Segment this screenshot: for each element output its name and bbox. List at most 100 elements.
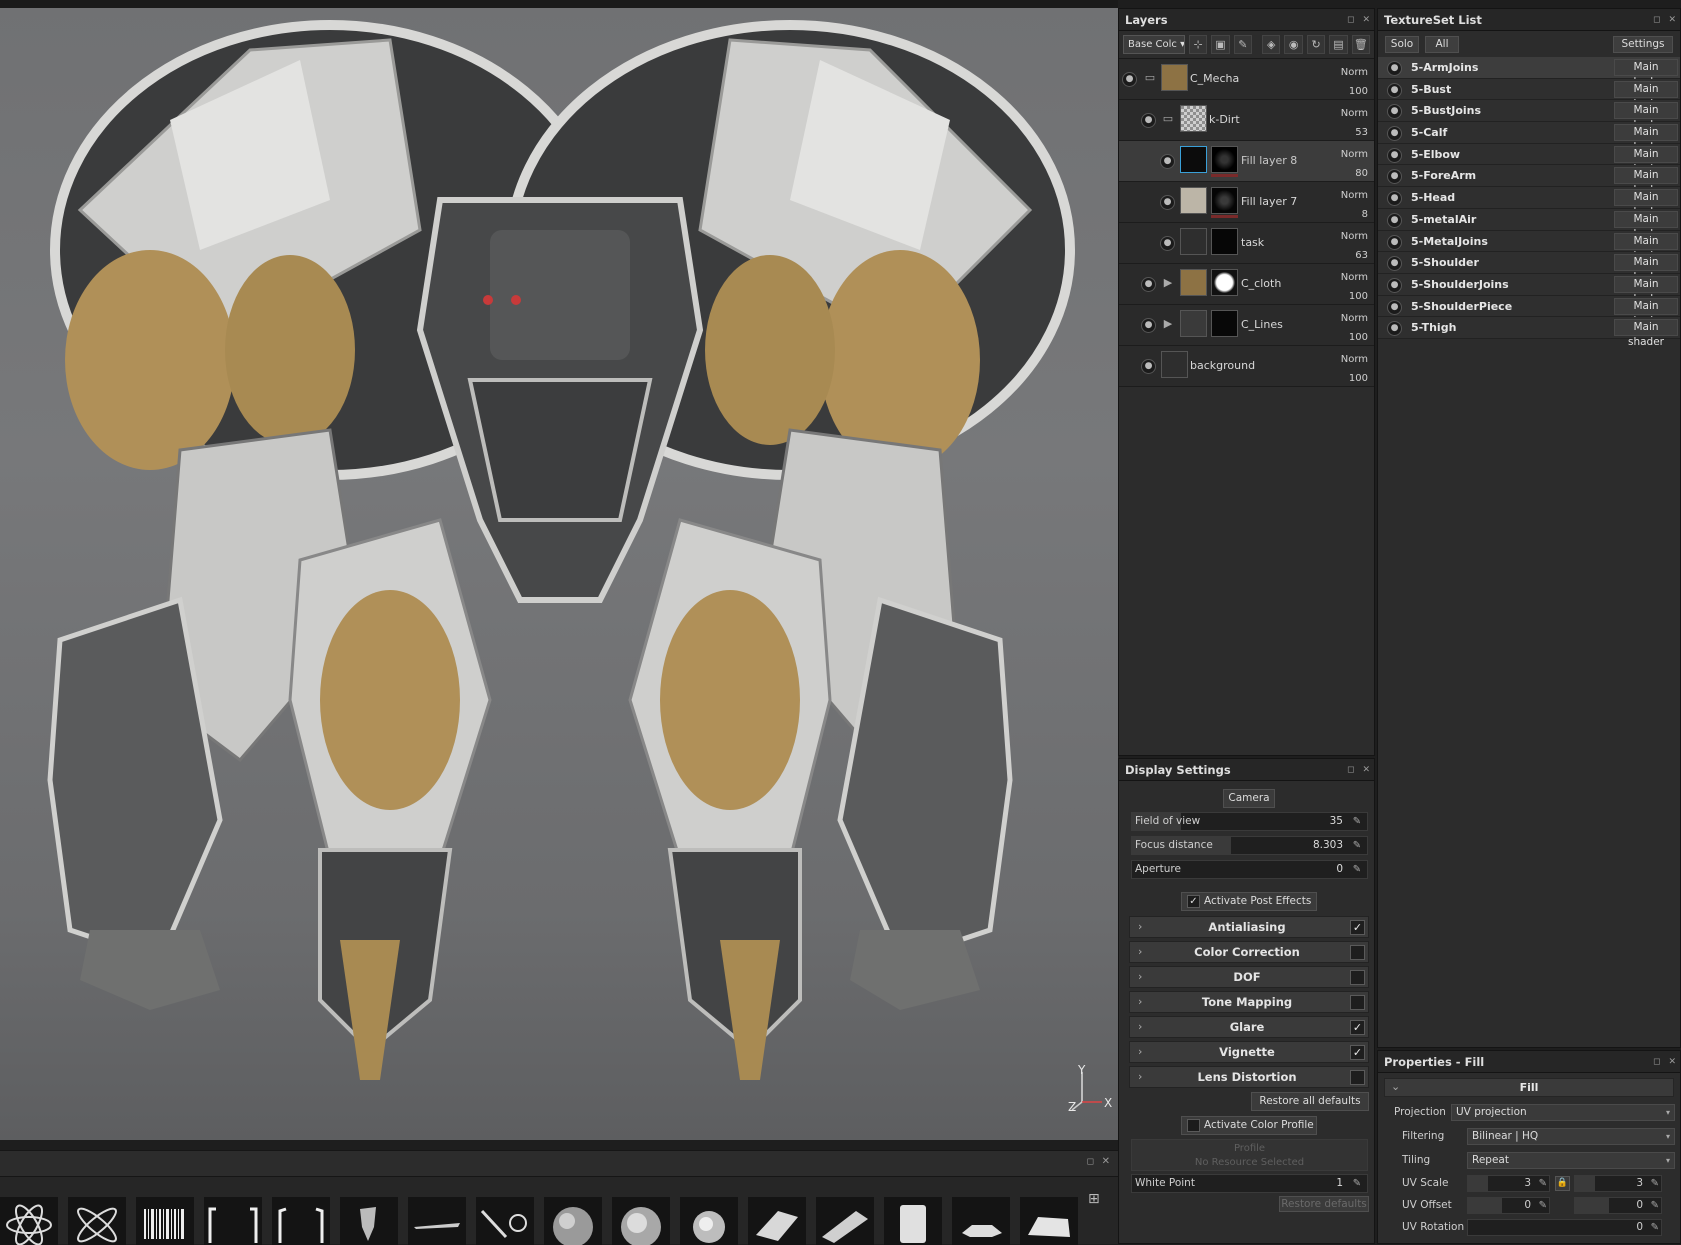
activate-post-effects-toggle[interactable]: ✓ Activate Post Effects: [1181, 892, 1317, 911]
pencil-icon[interactable]: ✎: [1350, 815, 1364, 828]
layer-row[interactable]: ● ▭ C_Mecha Norm 100: [1119, 59, 1374, 100]
uv-scale-v-field[interactable]: 3 ✎: [1574, 1175, 1662, 1192]
shader-select[interactable]: Main shader: [1614, 297, 1678, 327]
shader-select[interactable]: Main shader: [1614, 232, 1678, 262]
effect-checkbox[interactable]: ✓: [1350, 1045, 1365, 1060]
eye-icon[interactable]: ●: [1387, 277, 1402, 293]
effect-glare[interactable]: › Glare ✓: [1129, 1016, 1369, 1038]
layer-row[interactable]: ● ▭ k-Dirt Norm 53: [1119, 100, 1374, 141]
eye-icon[interactable]: ●: [1387, 299, 1402, 315]
layer-row[interactable]: ● Fill layer 7 Norm 8: [1119, 182, 1374, 223]
folder-closed-icon[interactable]: ▶: [1160, 317, 1176, 331]
shelf-item-sphere-2[interactable]: [612, 1197, 670, 1245]
filtering-select[interactable]: Bilinear | HQ ▾: [1467, 1128, 1675, 1145]
shader-select[interactable]: Main shader: [1614, 80, 1678, 110]
pencil-icon[interactable]: ✎: [1539, 1198, 1547, 1213]
eye-icon[interactable]: ●: [1387, 104, 1402, 120]
profile-slot[interactable]: Profile No Resource Selected: [1131, 1139, 1368, 1171]
shader-select[interactable]: Main shader: [1614, 102, 1678, 131]
add-fill-icon[interactable]: ◉: [1284, 35, 1303, 54]
pencil-icon[interactable]: ✎: [1539, 1176, 1547, 1191]
shader-select[interactable]: Main shader: [1614, 275, 1678, 305]
add-effect-icon[interactable]: ⊹: [1188, 35, 1208, 54]
effect-color-correction[interactable]: › Color Correction: [1129, 941, 1369, 963]
effect-checkbox[interactable]: [1350, 945, 1365, 960]
layer-row[interactable]: ● Fill layer 8 Norm 80: [1119, 141, 1374, 182]
shader-select[interactable]: Main shader: [1614, 145, 1678, 175]
textureset-row[interactable]: ● 5-Head Main shader: [1378, 187, 1680, 218]
shelf-item-sphere-1[interactable]: [544, 1197, 602, 1245]
effect-checkbox[interactable]: ✓: [1350, 920, 1365, 935]
shader-select[interactable]: Main shader: [1614, 189, 1678, 218]
shelf-item-streak[interactable]: [408, 1197, 466, 1245]
eye-icon[interactable]: ●: [1141, 318, 1156, 333]
add-mask-icon[interactable]: ▣: [1211, 35, 1230, 54]
effect-checkbox[interactable]: [1350, 995, 1365, 1010]
layer-row[interactable]: ● ▶ C_Lines Norm 100: [1119, 305, 1374, 346]
pencil-icon[interactable]: ✎: [1651, 1198, 1659, 1213]
channel-select[interactable]: Base Colc ▾: [1123, 35, 1185, 54]
uv-offset-u-field[interactable]: 0 ✎: [1467, 1197, 1550, 1214]
eye-icon[interactable]: ●: [1160, 195, 1175, 210]
effect-vignette[interactable]: › Vignette ✓: [1129, 1041, 1369, 1063]
shader-select[interactable]: Main shader: [1614, 59, 1678, 88]
eye-icon[interactable]: ●: [1387, 61, 1402, 76]
eye-icon[interactable]: ●: [1387, 147, 1402, 163]
uv-scale-u-field[interactable]: 3 ✎: [1467, 1175, 1550, 1192]
layer-row[interactable]: ● task Norm 63: [1119, 223, 1374, 264]
add-layer-icon[interactable]: ◈: [1262, 35, 1281, 54]
close-icon[interactable]: ✕: [1668, 15, 1676, 25]
shelf-item-barcode[interactable]: [136, 1197, 194, 1245]
shelf-item-panel[interactable]: [884, 1197, 942, 1245]
shelf-item-smear-2[interactable]: [816, 1197, 874, 1245]
eye-icon[interactable]: ●: [1387, 169, 1402, 185]
restore-all-defaults-button[interactable]: Restore all defaults: [1251, 1092, 1369, 1111]
layer-blend[interactable]: Norm 53: [1341, 104, 1368, 142]
fill-section-header[interactable]: ⌄ Fill: [1384, 1078, 1674, 1097]
shelf-item-bracket-b[interactable]: [272, 1197, 330, 1245]
float-icon[interactable]: ◻: [1653, 15, 1660, 25]
3d-viewport[interactable]: Y Z X: [0, 0, 1118, 1140]
textureset-row[interactable]: ● 5-Thigh Main shader: [1378, 317, 1680, 348]
close-icon[interactable]: ✕: [1362, 15, 1370, 25]
textureset-row[interactable]: ● 5-Bust Main shader: [1378, 78, 1680, 110]
float-icon[interactable]: ◻: [1653, 1057, 1660, 1067]
solo-button[interactable]: Solo: [1385, 36, 1419, 53]
layer-blend[interactable]: Norm 100: [1341, 309, 1368, 347]
all-button[interactable]: All: [1425, 36, 1459, 53]
shader-select[interactable]: Main shader: [1614, 124, 1678, 153]
layer-blend[interactable]: Norm 63: [1341, 227, 1368, 265]
eye-icon[interactable]: ●: [1141, 277, 1156, 292]
textureset-row[interactable]: ● 5-MetalJoins Main shader: [1378, 230, 1680, 262]
effect-checkbox[interactable]: ✓: [1350, 1020, 1365, 1035]
layer-blend[interactable]: Norm 80: [1341, 145, 1368, 183]
restore-defaults-button[interactable]: Restore defaults: [1279, 1196, 1369, 1212]
eye-icon[interactable]: ●: [1387, 256, 1402, 272]
effect-lens-distortion[interactable]: › Lens Distortion: [1129, 1066, 1369, 1088]
textureset-row[interactable]: ● 5-Calf Main shader: [1378, 122, 1680, 153]
paint-icon[interactable]: ✎: [1233, 35, 1253, 54]
eye-icon[interactable]: ●: [1160, 236, 1175, 251]
layer-row[interactable]: ● ▶ C_cloth Norm 100: [1119, 264, 1374, 305]
layer-blend[interactable]: Norm 100: [1341, 350, 1368, 388]
effect-checkbox[interactable]: [1350, 970, 1365, 985]
add-folder-icon[interactable]: ▤: [1329, 35, 1348, 54]
eye-icon[interactable]: ●: [1387, 234, 1402, 250]
settings-button[interactable]: Settings: [1613, 36, 1673, 53]
layer-blend[interactable]: Norm 8: [1341, 186, 1368, 224]
close-icon[interactable]: ✕: [1362, 765, 1370, 775]
shader-select[interactable]: Main shader: [1614, 319, 1678, 348]
focus-distance-slider[interactable]: Focus distance 8.303 ✎: [1131, 836, 1368, 855]
shader-select[interactable]: Main shader: [1614, 254, 1678, 283]
float-icon[interactable]: ◻: [1347, 15, 1354, 25]
textureset-row[interactable]: ● 5-ArmJoins Main shader: [1378, 57, 1680, 88]
shelf-item-sphere-3[interactable]: [680, 1197, 738, 1245]
white-point-slider[interactable]: White Point 1 ✎: [1131, 1174, 1368, 1193]
projection-select[interactable]: UV projection ▾: [1451, 1104, 1675, 1121]
shader-select[interactable]: Main shader: [1614, 167, 1678, 196]
pencil-icon[interactable]: ✎: [1350, 839, 1364, 852]
textureset-row[interactable]: ● 5-ForeArm Main shader: [1378, 165, 1680, 196]
shelf-item-smear-1[interactable]: [748, 1197, 806, 1245]
close-icon[interactable]: ✕: [1668, 1057, 1676, 1067]
folder-closed-icon[interactable]: ▶: [1160, 276, 1176, 290]
